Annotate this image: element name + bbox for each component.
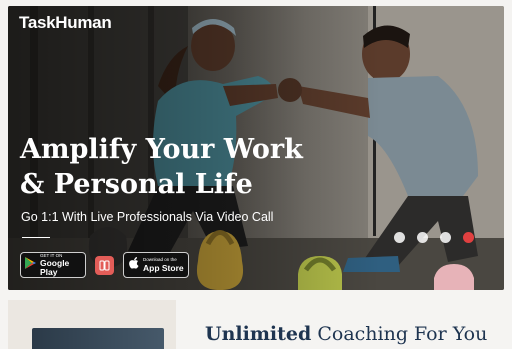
section-title-rest: Coaching For You xyxy=(311,323,488,345)
app-logo-icon[interactable] xyxy=(95,255,114,275)
taskhuman-logo[interactable]: TaskHuman xyxy=(19,13,112,33)
apple-icon xyxy=(129,256,139,274)
headline-line-2: & Personal Life xyxy=(20,169,253,200)
app-store-button[interactable]: Download on the App Store xyxy=(123,252,189,278)
app-store-small-text: Download on the xyxy=(143,257,177,262)
hero-banner: TaskHuman Amplify Your Work & Personal L… xyxy=(8,6,504,290)
device-image xyxy=(32,328,164,349)
camera-control-icon[interactable] xyxy=(394,232,405,243)
google-play-label: Google Play xyxy=(40,258,70,277)
google-play-icon xyxy=(25,256,36,274)
hero-subheadline: Go 1:1 With Live Professionals Via Video… xyxy=(21,210,274,224)
app-store-label: App Store xyxy=(143,262,184,273)
flip-control-icon[interactable] xyxy=(440,232,451,243)
hero-headline: Amplify Your Work & Personal Life xyxy=(20,132,340,202)
mic-control-icon[interactable] xyxy=(417,232,428,243)
section-title: Unlimited Coaching For You xyxy=(205,323,487,345)
app-store-buttons: GET IT ON Google Play Download on the Ap… xyxy=(20,252,189,278)
section-title-strong: Unlimited xyxy=(205,323,312,345)
hero-divider xyxy=(22,237,50,238)
headline-line-1: Amplify Your Work xyxy=(20,134,303,165)
section-image xyxy=(8,300,176,349)
google-play-button[interactable]: GET IT ON Google Play xyxy=(20,252,86,278)
video-call-controls xyxy=(394,232,474,243)
end-call-icon[interactable] xyxy=(463,232,474,243)
